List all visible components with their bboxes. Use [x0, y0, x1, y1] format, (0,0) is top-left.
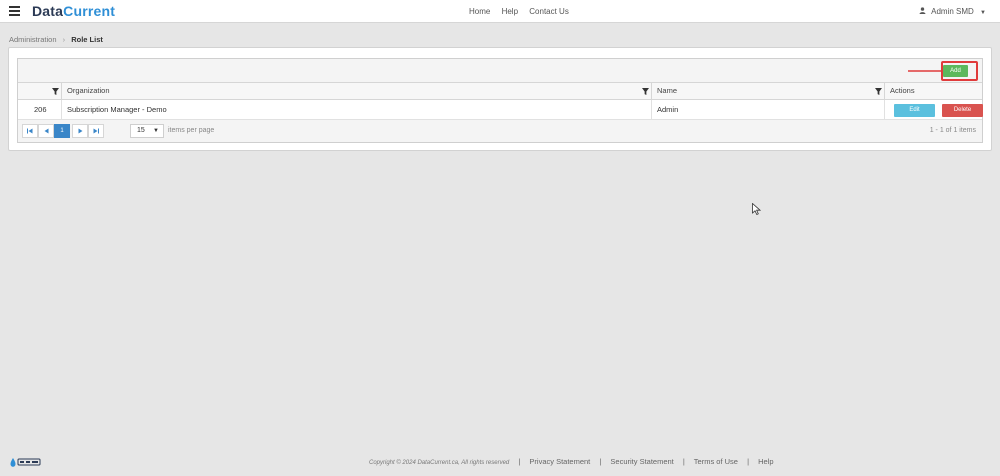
- brand-logo[interactable]: DataCurrent: [32, 3, 115, 19]
- breadcrumb: Administration › Role List: [9, 35, 103, 44]
- last-page-button[interactable]: [88, 124, 104, 138]
- footer-separator: |: [747, 457, 750, 466]
- page-size-value: 15: [137, 127, 145, 134]
- next-page-icon: [78, 128, 82, 134]
- delete-button[interactable]: Delete: [942, 104, 983, 117]
- footer-help-link[interactable]: Help: [758, 457, 773, 466]
- column-label-organization: Organization: [67, 86, 110, 95]
- mouse-cursor-icon: [752, 203, 761, 215]
- terms-of-use-link[interactable]: Terms of Use: [694, 457, 738, 466]
- chevron-down-icon: ▼: [153, 128, 159, 134]
- breadcrumb-separator: ›: [62, 35, 66, 44]
- filter-icon[interactable]: [52, 88, 59, 95]
- column-header-id: [18, 83, 62, 99]
- security-statement-link[interactable]: Security Statement: [610, 457, 673, 466]
- column-header-actions: Actions: [885, 83, 982, 99]
- user-icon: [919, 7, 926, 14]
- breadcrumb-current: Role List: [71, 35, 103, 44]
- nav-contact-link[interactable]: Contact Us: [529, 7, 569, 16]
- page-size-select[interactable]: 15 ▼: [130, 124, 164, 138]
- filter-icon[interactable]: [875, 88, 882, 95]
- first-page-icon: [27, 128, 33, 134]
- brand-part2: Current: [63, 3, 116, 19]
- filter-icon[interactable]: [642, 88, 649, 95]
- previous-page-icon: [44, 128, 48, 134]
- footer-separator: |: [599, 457, 602, 466]
- cell-name: Admin: [652, 100, 885, 120]
- chevron-down-icon: ▼: [980, 10, 986, 16]
- column-header-organization[interactable]: Organization: [62, 83, 652, 99]
- column-header-name[interactable]: Name: [652, 83, 885, 99]
- hamburger-menu-icon[interactable]: [9, 6, 20, 16]
- previous-page-button[interactable]: [38, 124, 54, 138]
- add-button[interactable]: Add: [943, 65, 968, 77]
- breadcrumb-parent[interactable]: Administration: [9, 35, 57, 44]
- page-number-button[interactable]: 1: [54, 124, 70, 138]
- first-page-button[interactable]: [22, 124, 38, 138]
- grid-toolbar: Add: [18, 59, 982, 83]
- top-navbar: DataCurrent Home Help Contact Us Admin S…: [0, 0, 1000, 23]
- cell-id: 206: [18, 100, 62, 120]
- copyright-text: Copyright © 2024 DataCurrent.ca, All rig…: [369, 460, 510, 466]
- grid-header: Organization Name Actions: [18, 83, 982, 100]
- nav-help-link[interactable]: Help: [502, 7, 518, 16]
- footer-separator: |: [682, 457, 685, 466]
- user-name: Admin SMD: [931, 7, 974, 16]
- next-page-button[interactable]: [72, 124, 88, 138]
- footer-logo-icon[interactable]: [10, 457, 42, 467]
- pager-info: 1 - 1 of 1 items: [929, 127, 976, 134]
- column-label-name: Name: [657, 86, 678, 95]
- brand-part1: Data: [32, 3, 64, 19]
- nav-home-link[interactable]: Home: [469, 7, 490, 16]
- edit-button[interactable]: Edit: [894, 104, 935, 117]
- grid-pager: 1 15 ▼ items per page 1 - 1 of 1 items: [18, 120, 982, 142]
- cell-id-text: 206: [34, 105, 47, 114]
- table-row[interactable]: 206 Subscription Manager - Demo Admin Ed…: [18, 100, 983, 120]
- cell-name-text: Admin: [657, 105, 679, 114]
- role-grid: Add Organization Name Actions 206 Subscr…: [17, 58, 983, 143]
- footer-links: Copyright © 2024 DataCurrent.ca, All rig…: [369, 457, 774, 466]
- privacy-statement-link[interactable]: Privacy Statement: [529, 457, 590, 466]
- cell-organization: Subscription Manager - Demo: [62, 100, 652, 120]
- user-menu[interactable]: Admin SMD ▼: [919, 7, 986, 16]
- cell-organization-text: Subscription Manager - Demo: [67, 105, 167, 114]
- nav-links: Home Help Contact Us: [469, 7, 578, 16]
- column-label-actions: Actions: [890, 86, 915, 95]
- footer-separator: |: [518, 457, 521, 466]
- items-per-page-label: items per page: [168, 127, 215, 134]
- role-list-panel: Add Organization Name Actions 206 Subscr…: [8, 47, 992, 151]
- last-page-icon: [93, 128, 99, 134]
- page-footer: Copyright © 2024 DataCurrent.ca, All rig…: [0, 452, 1000, 472]
